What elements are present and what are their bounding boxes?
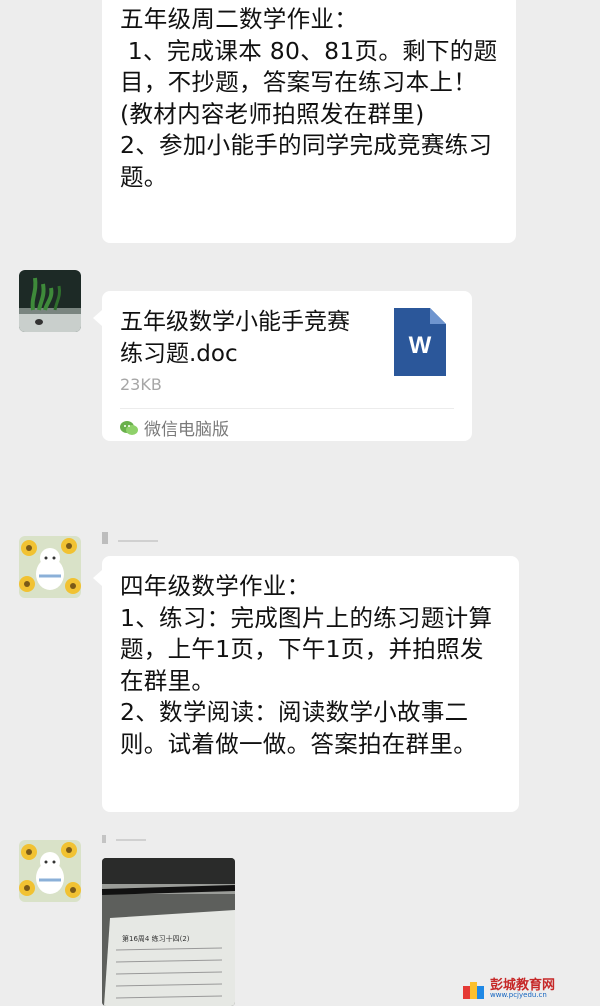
bubble-tail <box>93 310 102 326</box>
file-message-bubble[interactable]: 五年级数学小能手竞赛练习题.doc 23KB W 微信电脑版 <box>93 291 472 441</box>
file-source-row: 微信电脑版 <box>120 415 229 440</box>
avatar-sender-2-repeat[interactable] <box>19 840 81 902</box>
message-text: 四年级数学作业： 1、练习：完成图片上的练习题计算题，上午1页，下午1页，并拍照… <box>120 572 493 758</box>
sunflower-avatar-image <box>19 536 81 598</box>
message-bubble-homework-grade5[interactable]: 五年级周二数学作业： 1、完成课本 80、81页。剩下的题目，不抄题，答案写在练… <box>102 0 516 243</box>
word-document-icon: W <box>394 308 446 376</box>
file-divider <box>120 408 454 409</box>
books-logo-icon <box>463 982 484 999</box>
message-text: 五年级周二数学作业： 1、完成课本 80、81页。剩下的题目，不抄题，答案写在练… <box>120 5 498 191</box>
wechat-icon <box>120 420 138 435</box>
file-size: 23KB <box>120 375 162 394</box>
photo-message[interactable]: 第16周4 练习十四(2) <box>102 858 235 1006</box>
worksheet-photo-title: 第16周4 练习十四(2) <box>122 935 190 943</box>
sender-name-blurred <box>102 532 222 546</box>
aquarium-avatar-image <box>19 270 81 332</box>
watermark-url: www.pcjyedu.cn <box>490 991 547 999</box>
sunflower-avatar-image <box>19 840 81 902</box>
message-bubble-homework-grade4[interactable]: 四年级数学作业： 1、练习：完成图片上的练习题计算题，上午1页，下午1页，并拍照… <box>93 556 519 812</box>
bubble-tail <box>93 570 102 586</box>
file-name: 五年级数学小能手竞赛练习题.doc <box>120 309 350 367</box>
sender-name-blurred <box>102 832 182 843</box>
file-source-label: 微信电脑版 <box>144 420 229 440</box>
avatar-sender-1[interactable] <box>19 270 81 332</box>
site-watermark: 彭城教育网 www.pcjyedu.cn <box>462 976 592 1002</box>
word-icon-letter: W <box>408 332 432 359</box>
worksheet-photo-image <box>102 858 235 1006</box>
avatar-sender-2[interactable] <box>19 536 81 598</box>
